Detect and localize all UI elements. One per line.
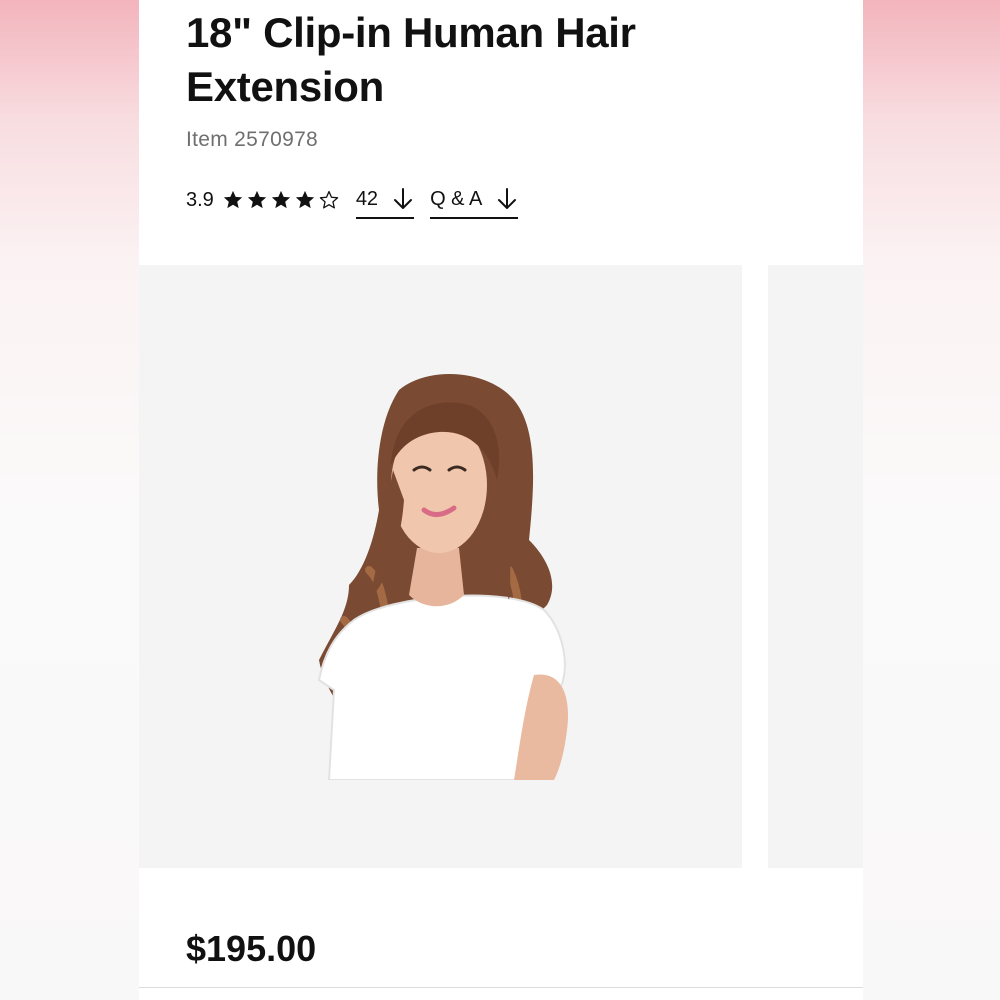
rating-row: 3.9 42 Q & A [186,180,534,220]
product-page: 18" Clip-in Human Hair Extension Item 25… [139,0,863,1000]
product-image-slide[interactable] [139,265,742,868]
star-empty-icon [318,189,340,211]
qa-link[interactable]: Q & A [430,181,519,219]
reviews-count: 42 [355,187,379,210]
product-photo [317,373,569,780]
rating-value: 3.9 [186,188,214,211]
arrow-down-icon [392,187,414,211]
star-filled-icon [246,189,268,211]
star-filled-icon [294,189,316,211]
product-price: $195.00 [186,928,317,969]
divider [139,987,863,988]
next-image-slide[interactable] [768,265,863,868]
star-filled-icon [222,189,244,211]
item-number: Item 2570978 [186,128,319,151]
qa-label: Q & A [430,187,483,210]
star-filled-icon [270,189,292,211]
product-title: 18" Clip-in Human Hair Extension [186,9,636,110]
star-rating [222,189,340,211]
reviews-link[interactable]: 42 [355,181,415,219]
product-image-gallery[interactable] [139,265,863,868]
arrow-down-icon [496,187,518,211]
